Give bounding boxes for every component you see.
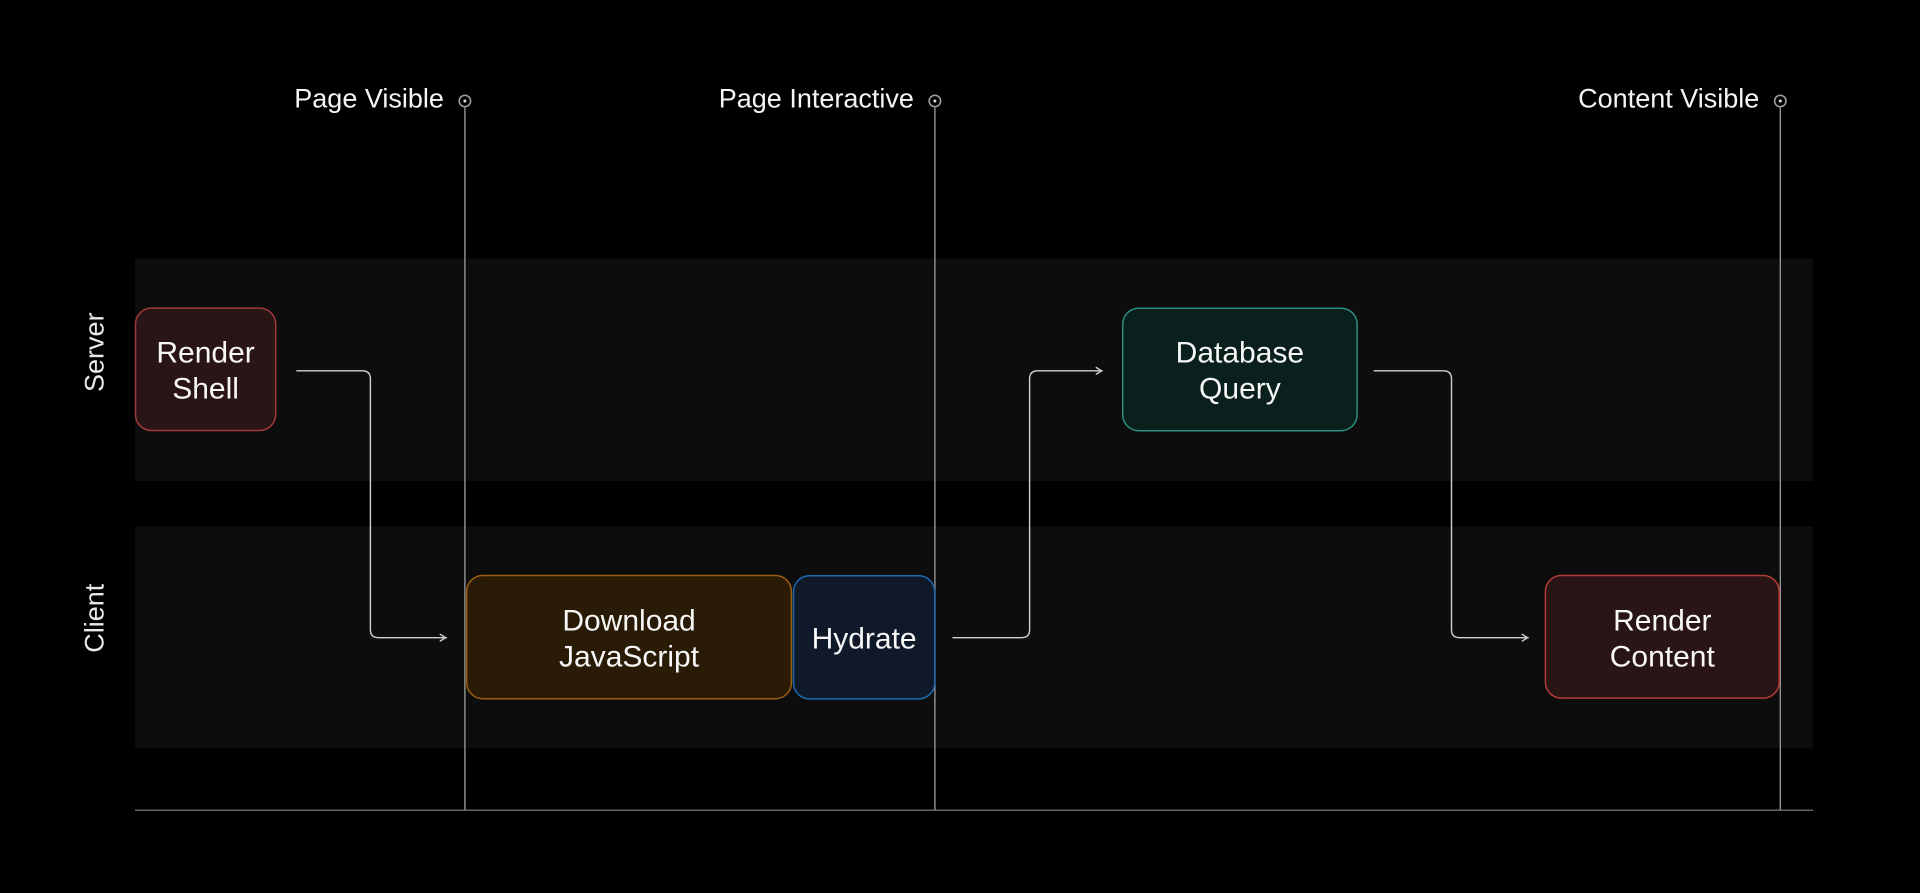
svg-text:Database: Database <box>1176 336 1304 369</box>
svg-text:Download: Download <box>562 604 695 637</box>
svg-text:Page Interactive: Page Interactive <box>719 83 914 113</box>
svg-text:Content: Content <box>1610 640 1716 673</box>
svg-text:Render: Render <box>1613 604 1711 637</box>
svg-text:Content Visible: Content Visible <box>1578 83 1759 113</box>
svg-text:Shell: Shell <box>172 372 239 405</box>
svg-text:Hydrate: Hydrate <box>812 622 917 655</box>
svg-text:Query: Query <box>1199 372 1281 405</box>
svg-text:Client: Client <box>80 583 110 653</box>
svg-text:Render: Render <box>156 336 254 369</box>
svg-text:Server: Server <box>80 312 110 392</box>
svg-text:JavaScript: JavaScript <box>559 640 700 673</box>
svg-text:Page Visible: Page Visible <box>294 83 444 113</box>
